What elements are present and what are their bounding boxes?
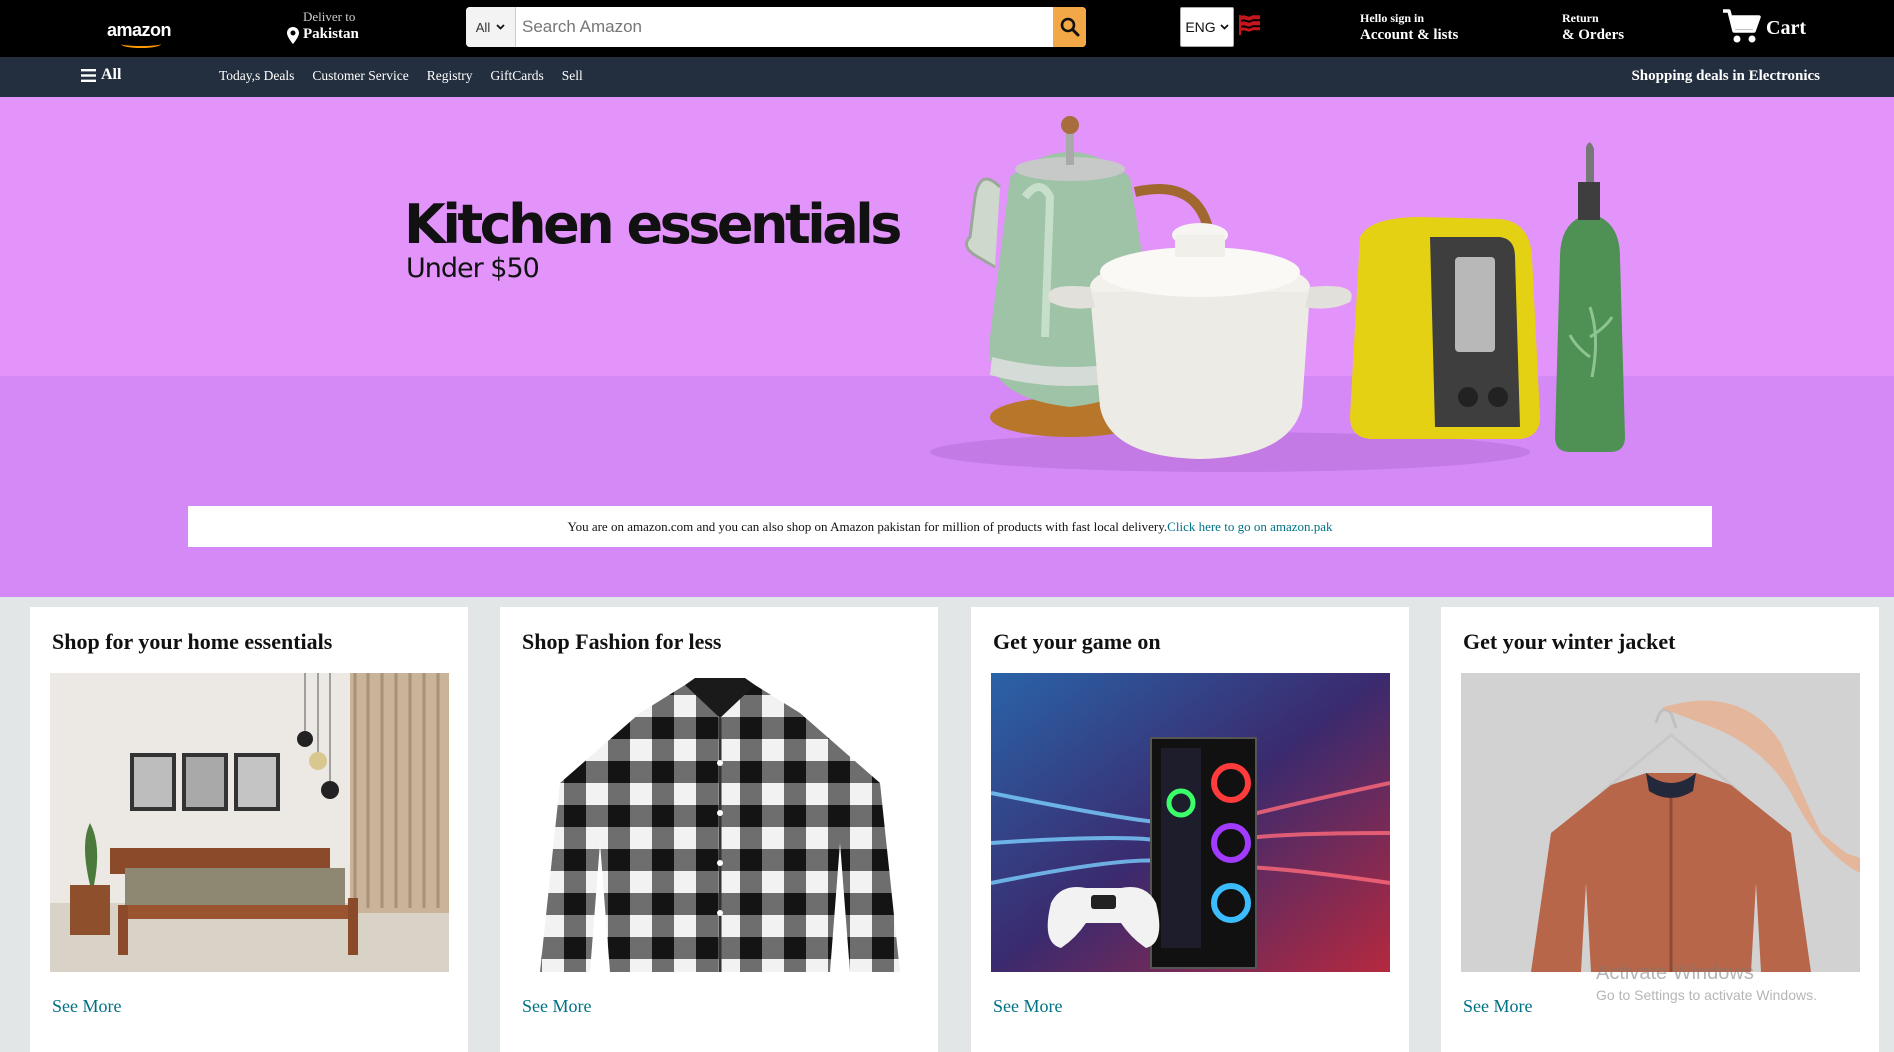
see-more-link[interactable]: See More: [522, 996, 591, 1017]
search-category-select[interactable]: All: [466, 7, 516, 47]
watermark-title: Activate Windows: [1596, 962, 1754, 984]
account-lists[interactable]: Hello sign in Account & lists: [1360, 11, 1458, 44]
card-fashion: Shop Fashion for less See More: [500, 607, 938, 1052]
language-value: ENG: [1185, 19, 1216, 35]
kitchen-products-image: [930, 116, 1625, 472]
plaid-shirt-image[interactable]: [520, 673, 919, 972]
hero-subtitle: Under $50: [406, 253, 540, 284]
returns-label: Return: [1562, 11, 1599, 25]
subnav-links: Today,s Deals Customer Service Registry …: [219, 68, 583, 84]
orders-label: & Orders: [1562, 27, 1625, 43]
account-label: Account & lists: [1360, 27, 1459, 43]
card-title: Get your game on: [993, 629, 1161, 654]
logo-smile-icon: [121, 40, 161, 48]
notice-link[interactable]: Click here to go on amazon.pak: [1167, 519, 1332, 534]
windows-activation-watermark: Activate Windows Go to Settings to activ…: [1596, 962, 1817, 1003]
amazon-logo[interactable]: amazon: [107, 20, 172, 48]
see-more-link[interactable]: See More: [1463, 996, 1532, 1017]
see-more-link[interactable]: See More: [993, 996, 1062, 1017]
card-title: Get your winter jacket: [1463, 629, 1676, 654]
card-home-essentials: Shop for your home essentials See More: [30, 607, 468, 1052]
search-icon: [1060, 17, 1079, 37]
returns-orders[interactable]: Return & Orders: [1562, 11, 1624, 44]
card-gaming: Get your game on See More: [971, 607, 1409, 1052]
chevron-down-icon: [1220, 24, 1229, 30]
nav-link-customer-service[interactable]: Customer Service: [312, 68, 408, 84]
card-title: Shop Fashion for less: [522, 629, 722, 654]
cart-label: Cart: [1766, 16, 1806, 39]
sub-navbar: All Today,s Deals Customer Service Regis…: [0, 57, 1894, 97]
winter-jacket-image[interactable]: [1461, 673, 1860, 972]
gaming-pc-image[interactable]: [991, 673, 1390, 972]
all-menu-button[interactable]: All: [81, 66, 121, 84]
search-bar: All: [466, 7, 1086, 47]
hamburger-icon: [81, 68, 96, 82]
deliver-label: Deliver to: [303, 9, 356, 24]
see-more-link[interactable]: See More: [52, 996, 121, 1017]
bedroom-image[interactable]: [50, 673, 449, 972]
account-greeting: Hello sign in: [1360, 11, 1425, 25]
all-menu-label: All: [101, 66, 122, 83]
hero-banner[interactable]: Kitchen essentials Under $50 You are on …: [0, 97, 1894, 597]
logo-text: amazon: [107, 20, 172, 40]
hero-title: Kitchen essentials: [404, 193, 902, 256]
nav-link-giftcards[interactable]: GiftCards: [491, 68, 544, 84]
search-button[interactable]: [1053, 7, 1086, 47]
cart-button[interactable]: Cart: [1722, 8, 1806, 46]
notice-bar: You are on amazon.com and you can also s…: [188, 506, 1712, 547]
nav-link-registry[interactable]: Registry: [427, 68, 473, 84]
search-category-value: All: [475, 19, 491, 35]
language-select[interactable]: ENG: [1180, 7, 1234, 47]
location-pin-icon: [287, 27, 299, 44]
promo-link[interactable]: Shopping deals in Electronics: [1631, 68, 1820, 85]
search-input[interactable]: [516, 7, 1053, 47]
card-title: Shop for your home essentials: [52, 629, 333, 654]
chevron-down-icon: [496, 24, 505, 30]
flag-icon: [1239, 15, 1260, 35]
notice-text: You are on amazon.com and you can also s…: [567, 519, 1168, 534]
deliver-country: Pakistan: [303, 26, 359, 42]
top-navbar: amazon Deliver to Pakistan All ENG: [0, 0, 1894, 57]
watermark-subtitle: Go to Settings to activate Windows.: [1596, 987, 1817, 1003]
cart-icon: [1723, 9, 1761, 43]
nav-link-sell[interactable]: Sell: [562, 68, 583, 84]
nav-link-todays-deals[interactable]: Today,s Deals: [219, 68, 294, 84]
